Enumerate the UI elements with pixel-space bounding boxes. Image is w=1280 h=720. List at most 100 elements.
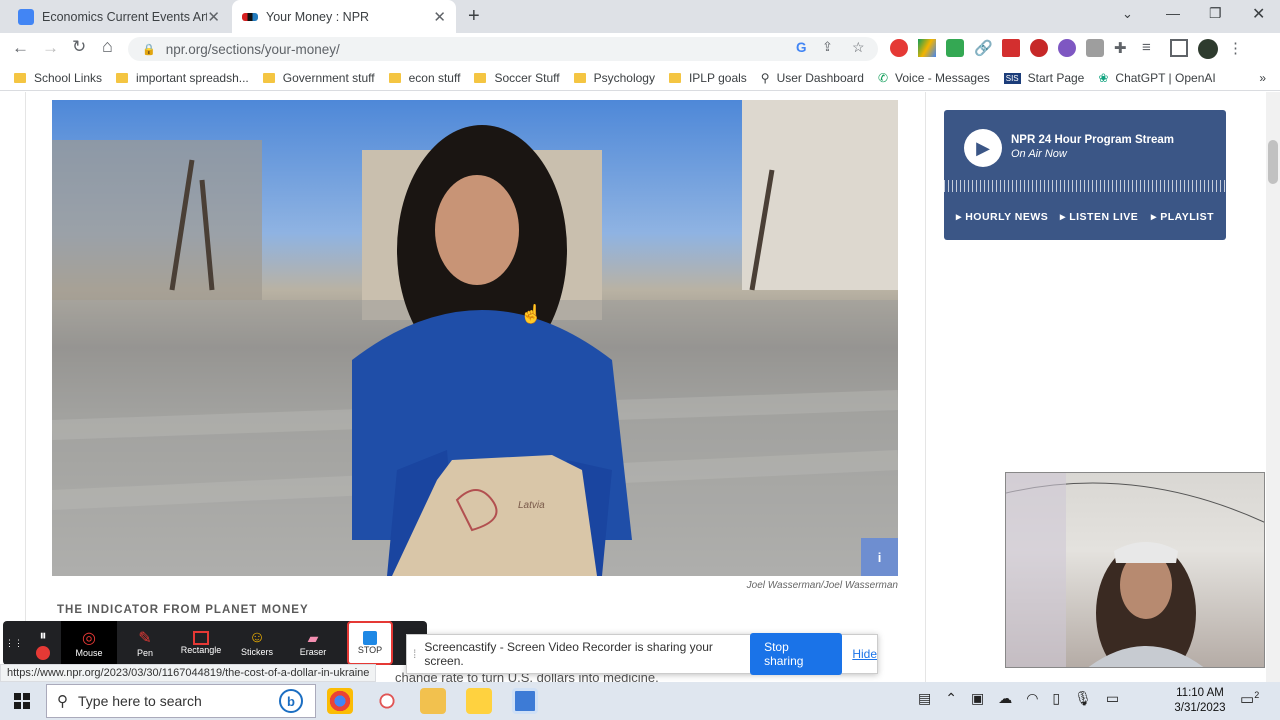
eraser-tool[interactable]: ▰ Eraser [285,621,341,665]
forward-icon[interactable]: → [42,38,59,58]
file-explorer-icon[interactable] [420,688,446,714]
share-icon[interactable]: ⇪ [822,39,833,55]
close-tab-icon[interactable]: ✕ [433,8,446,26]
tab-economics-article[interactable]: Economics Current Events Article ✕ [8,0,230,33]
minimize-icon[interactable]: — [1166,5,1180,21]
bookmarks-bar: School Links important spreadsh... Gover… [0,66,1280,91]
bookmark-folder[interactable]: important spreadsh... [116,71,249,85]
link-icon[interactable]: 🔗 [974,39,993,57]
notifications-icon[interactable]: ▭2 [1240,690,1259,708]
side-panel-icon[interactable] [1170,39,1188,57]
reload-icon[interactable]: ↻ [72,37,86,57]
chrome-taskbar-icon[interactable] [327,688,353,714]
bookmark-star-icon[interactable]: ☆ [852,39,865,56]
more-bookmarks-button[interactable]: » [1259,71,1266,85]
phone-link-icon[interactable]: ▯ [1052,690,1060,707]
pen-tool[interactable]: ✎ Pen [117,621,173,665]
mouse-tool[interactable]: ◎ Mouse [61,621,117,665]
google-icon[interactable]: G [796,40,807,55]
microphone-icon[interactable]: 🎙 [1074,690,1092,707]
news-widget-icon[interactable]: ▤ [918,690,931,707]
extension-icon[interactable] [890,39,908,57]
bookmark-folder[interactable]: Soccer Stuff [474,71,560,85]
eraser-icon: ▰ [307,629,319,646]
article-photo[interactable]: Latvia i ☝ [52,100,898,576]
extension-icon[interactable] [1058,39,1076,57]
pause-button[interactable]: ⏸ [25,621,61,665]
tab-title: Economics Current Events Article [42,9,208,24]
stickers-tool[interactable]: ☺ Stickers [229,621,285,665]
lock-icon: 🔒 [142,43,156,56]
tab-search-chevron-icon[interactable]: ⌄ [1122,6,1133,22]
hide-link[interactable]: Hide [852,647,877,661]
play-icon[interactable]: ▶ [964,129,1002,167]
bookmark-link[interactable]: SIS Start Page [1003,71,1084,85]
restore-icon[interactable]: ❐ [1209,5,1222,22]
hourly-news-link[interactable]: ▸ HOURLY NEWS [956,211,1048,223]
openai-icon: ❀ [1098,71,1109,85]
new-tab-button[interactable]: + [468,5,480,28]
stop-recording-button[interactable]: STOP [347,621,393,665]
screen-sharing-notice: ⁞ Screencastify - Screen Video Recorder … [406,633,878,675]
adblock-icon[interactable] [1030,39,1048,57]
mouse-cursor-icon: ☝ [520,304,543,324]
bookmark-link[interactable]: ✆ Voice - Messages [878,71,990,85]
bookmark-link[interactable]: ❀ ChatGPT | OpenAI [1098,71,1215,85]
address-bar[interactable]: 🔒 npr.org/sections/your-money/ G ⇪ ☆ [128,37,878,61]
avatar[interactable] [1198,39,1218,59]
home-icon[interactable]: ⌂ [102,36,113,57]
bookmark-link[interactable]: ⚲ User Dashboard [761,71,864,85]
system-clock[interactable]: 11:10 AM 3/31/2023 [1168,686,1232,716]
meet-now-icon[interactable]: ▣ [971,690,984,707]
bookmark-folder[interactable]: econ stuff [388,71,460,85]
bookmark-folder[interactable]: School Links [14,71,102,85]
drag-handle-icon[interactable]: ⁞ [413,647,416,661]
puzzle-icon[interactable]: ✚ [1114,39,1132,57]
drive-icon[interactable] [918,39,936,57]
drag-handle-icon[interactable]: ⋮⋮ [3,621,25,665]
snipping-tool-icon[interactable] [374,688,400,714]
box-label: Latvia [518,500,545,511]
pdf-icon[interactable] [1002,39,1020,57]
url-text: npr.org/sections/your-money/ [165,41,340,57]
webcam-overlay [1005,472,1265,668]
rectangle-tool[interactable]: Rectangle [173,621,229,665]
taskbar-search[interactable]: ⚲ Type here to search b [46,684,316,718]
listen-live-link[interactable]: ▸ LISTEN LIVE [1060,211,1138,223]
extensions-area: 🔗 ✚ ≡ ⋮ [890,39,1243,59]
article-kicker[interactable]: THE INDICATOR FROM PLANET MONEY [57,604,309,616]
windows-start-icon[interactable] [14,693,30,709]
extension-icon[interactable] [946,39,964,57]
scrollbar-thumb[interactable] [1268,140,1278,184]
photo-credit: Joel Wasserman/Joel Wasserman [746,580,898,591]
tab-title: Your Money : NPR [266,9,370,24]
photo-info-button[interactable]: i [861,538,898,576]
playlist-link[interactable]: ▸ PLAYLIST [1151,211,1214,223]
phone-icon: ✆ [877,71,889,85]
back-icon[interactable]: ← [12,38,29,58]
battery-icon[interactable]: ▭ [1106,690,1119,707]
wifi-icon[interactable]: ◠ [1026,690,1038,707]
location-pin-icon: ⚲ [760,71,770,85]
folder-icon [388,73,401,83]
tab-strip: Economics Current Events Article ✕ Your … [0,0,1280,33]
extension-icon[interactable] [1086,39,1104,57]
stop-sharing-button[interactable]: Stop sharing [750,633,843,675]
app-taskbar-icon[interactable] [512,688,538,714]
clock-time: 11:10 AM [1176,687,1224,699]
menu-icon[interactable]: ⋮ [1228,39,1243,57]
window-close-icon[interactable]: ✕ [1252,4,1265,24]
bing-icon[interactable]: b [279,689,303,713]
webcam-feed [1006,473,1264,667]
media-icon[interactable]: ≡ [1142,39,1160,57]
show-hidden-icons[interactable]: ⌃ [945,690,957,707]
tab-your-money-npr[interactable]: Your Money : NPR ✕ [232,0,456,33]
close-tab-icon[interactable]: ✕ [207,8,220,26]
folder-icon [474,73,487,83]
bookmark-folder[interactable]: Government stuff [262,71,375,85]
mouse-pointer-icon: ◎ [82,630,96,647]
sticky-notes-icon[interactable] [466,688,492,714]
bookmark-folder[interactable]: IPLP goals [668,71,747,85]
bookmark-folder[interactable]: Psychology [573,71,655,85]
onedrive-icon[interactable]: ☁ [998,690,1012,707]
